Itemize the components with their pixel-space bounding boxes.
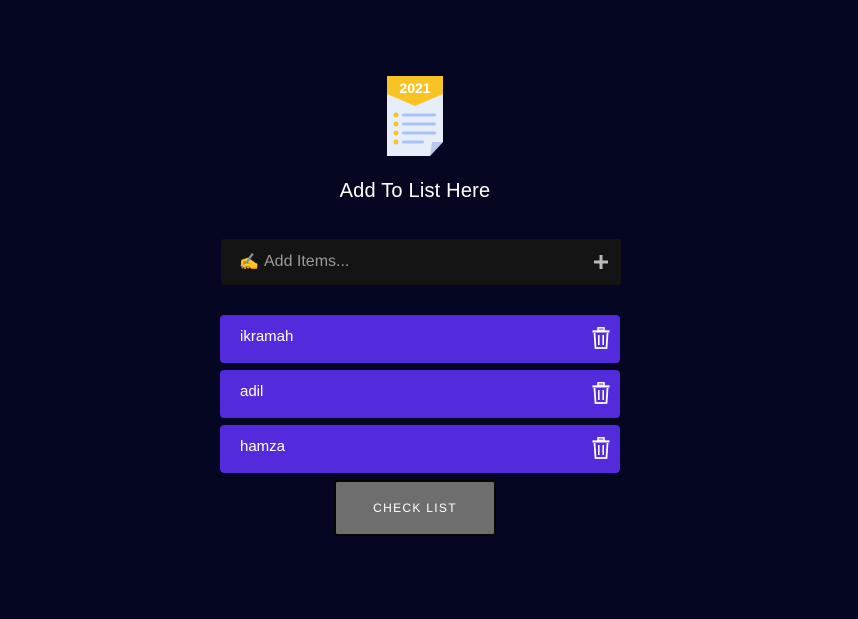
plus-icon[interactable]: [593, 254, 609, 270]
list-item: hamza: [220, 425, 620, 473]
item-list: ikramah adil hamza: [220, 315, 620, 480]
trash-icon[interactable]: [592, 382, 610, 404]
list-item-label: ikramah: [240, 328, 294, 345]
todo-app: 2021 Add To List Here ✍️ ikramah: [0, 0, 858, 619]
logo-year-text: 2021: [399, 80, 430, 96]
list-item: adil: [220, 370, 620, 418]
list-item: ikramah: [220, 315, 620, 363]
list-item-label: hamza: [240, 438, 286, 455]
page-title: Add To List Here: [339, 180, 491, 202]
add-item-bar: ✍️: [221, 239, 621, 285]
checklist-logo-icon: 2021: [386, 76, 444, 156]
trash-icon[interactable]: [592, 437, 610, 459]
check-list-button[interactable]: CHECK LIST: [334, 480, 496, 536]
add-item-input[interactable]: [264, 239, 574, 285]
list-item-label: adil: [240, 383, 264, 400]
trash-icon[interactable]: [592, 327, 610, 349]
writing-hand-icon: ✍️: [239, 254, 259, 271]
